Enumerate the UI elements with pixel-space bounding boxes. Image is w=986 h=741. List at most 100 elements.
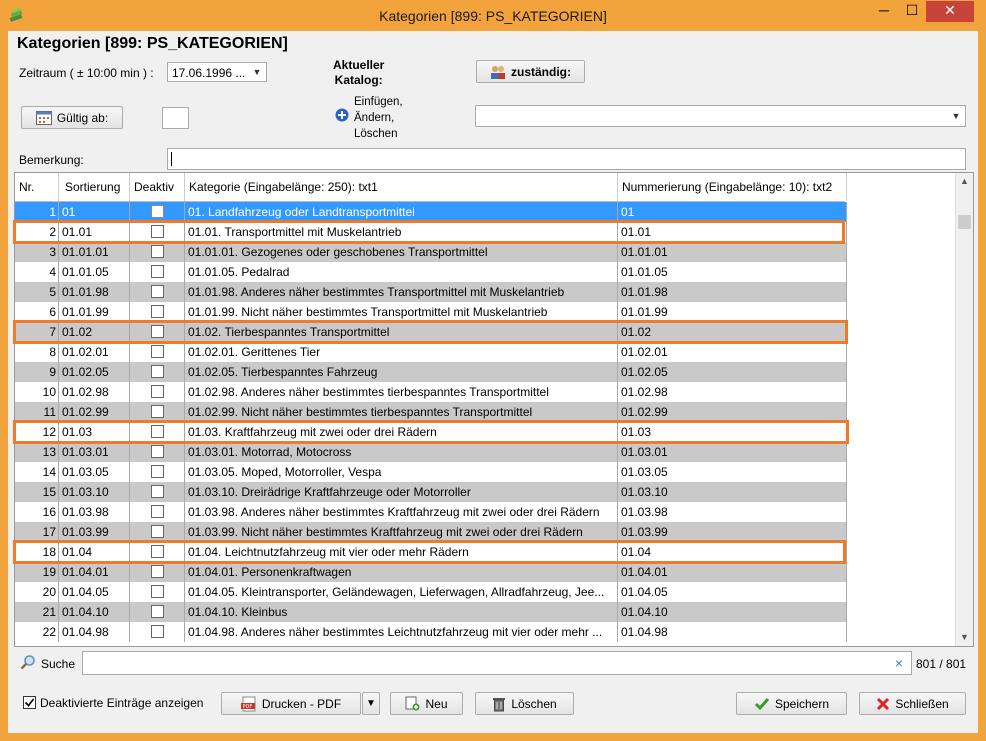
cell-nummerierung[interactable]: 01.01 [618,222,847,242]
deaktiv-checkbox[interactable] [151,505,164,518]
table-row[interactable]: 2 01.01 01.01. Transportmittel mit Muskela… [15,222,847,242]
deaktiv-checkbox[interactable] [151,465,164,478]
close-dialog-button[interactable]: Schließen [859,692,966,715]
table-row[interactable]: 17 01.03.99 01.03.99. Nicht näher bestimmt… [15,522,847,542]
deaktiv-checkbox[interactable] [151,585,164,598]
column-header-deaktiv[interactable]: Deaktiv [130,173,185,201]
cell-nr[interactable]: 8 [15,342,59,362]
cell-nr[interactable]: 7 [15,322,59,342]
cell-sortierung[interactable]: 01.04.98 [59,622,130,642]
cell-nr[interactable]: 2 [15,222,59,242]
cell-kategorie[interactable]: 01.03.01. Motorrad, Motocross [185,442,618,462]
cell-kategorie[interactable]: 01.04.05. Kleintransporter, Geländewagen… [185,582,618,602]
cell-kategorie[interactable]: 01.01.99. Nicht näher bestimmtes Transpo… [185,302,618,322]
table-row[interactable]: 7 01.02 01.02. Tierbespanntes Transportmit… [15,322,847,342]
cell-nr[interactable]: 20 [15,582,59,602]
table-row[interactable]: 18 01.04 01.04. Leichtnutzfahrzeug mit vie… [15,542,847,562]
cell-sortierung[interactable]: 01.02 [59,322,130,342]
katalog-select[interactable]: ▼ [475,105,966,127]
minimize-button[interactable]: ─ [870,1,898,22]
cell-nummerierung[interactable]: 01.02.01 [618,342,847,362]
deaktiv-checkbox[interactable] [151,225,164,238]
deaktiv-checkbox[interactable] [151,425,164,438]
cell-nummerierung[interactable]: 01.02 [618,322,847,342]
cell-kategorie[interactable]: 01.02.05. Tierbespanntes Fahrzeug [185,362,618,382]
deaktiv-checkbox[interactable] [151,485,164,498]
cell-kategorie[interactable]: 01.04.98. Anderes näher bestimmtes Leich… [185,622,618,642]
cell-sortierung[interactable]: 01.01.99 [59,302,130,322]
cell-nummerierung[interactable]: 01.01.99 [618,302,847,322]
deaktiv-checkbox[interactable] [151,525,164,538]
save-button[interactable]: Speichern [736,692,847,715]
table-row[interactable]: 4 01.01.05 01.01.05. Pedalrad 01.01.05 [15,262,847,282]
gueltig-ab-field[interactable] [162,107,189,129]
cell-kategorie[interactable]: 01.02. Tierbespanntes Transportmittel [185,322,618,342]
cell-deaktiv[interactable] [130,442,185,462]
cell-nr[interactable]: 16 [15,502,59,522]
cell-nummerierung[interactable]: 01.04.98 [618,622,847,642]
table-row[interactable]: 8 01.02.01 01.02.01. Gerittenes Tier 01.02.… [15,342,847,362]
cell-sortierung[interactable]: 01.04 [59,542,130,562]
search-input[interactable]: × [82,651,912,675]
table-row[interactable]: 15 01.03.10 01.03.10. Dreirädrige Kraftfah… [15,482,847,502]
cell-nr[interactable]: 5 [15,282,59,302]
table-row[interactable]: 5 01.01.98 01.01.98. Anderes näher bestimm… [15,282,847,302]
cell-deaktiv[interactable] [130,602,185,622]
cell-sortierung[interactable]: 01.02.05 [59,362,130,382]
category-table[interactable]: Nr. Sortierung Deaktiv Kategorie (Eingab… [14,172,974,647]
scrollbar-thumb[interactable] [958,215,971,229]
einfuegen-aendern-loeschen-link[interactable]: Einfügen, Ändern, Löschen [354,94,403,142]
cell-kategorie[interactable]: 01.04. Leichtnutzfahrzeug mit vier oder … [185,542,618,562]
cell-deaktiv[interactable] [130,282,185,302]
cell-kategorie[interactable]: 01.03. Kraftfahrzeug mit zwei oder drei … [185,422,618,442]
new-button[interactable]: Neu [390,692,463,715]
cell-kategorie[interactable]: 01.01.98. Anderes näher bestimmtes Trans… [185,282,618,302]
cell-nr[interactable]: 13 [15,442,59,462]
deaktiv-checkbox[interactable] [151,285,164,298]
cell-nummerierung[interactable]: 01.02.99 [618,402,847,422]
cell-nr[interactable]: 15 [15,482,59,502]
table-row[interactable]: 19 01.04.01 01.04.01. Personenkraftwagen 01… [15,562,847,582]
cell-deaktiv[interactable] [130,222,185,242]
zeitraum-select[interactable]: 17.06.1996 ... ▼ [167,62,267,82]
column-header-nr[interactable]: Nr. [15,173,59,201]
cell-nr[interactable]: 4 [15,262,59,282]
deaktiv-checkbox[interactable] [151,385,164,398]
deaktiv-checkbox[interactable] [151,625,164,638]
cell-deaktiv[interactable] [130,422,185,442]
deaktiv-checkbox[interactable] [151,565,164,578]
cell-nr[interactable]: 9 [15,362,59,382]
cell-sortierung[interactable]: 01.03.10 [59,482,130,502]
cell-nummerierung[interactable]: 01.01.05 [618,262,847,282]
cell-sortierung[interactable]: 01.03.99 [59,522,130,542]
cell-kategorie[interactable]: 01.01.05. Pedalrad [185,262,618,282]
column-header-nummerierung[interactable]: Nummerierung (Eingabelänge: 10): txt2 [618,173,847,201]
cell-sortierung[interactable]: 01.01.01 [59,242,130,262]
column-header-sortierung[interactable]: Sortierung [59,173,130,201]
cell-nr[interactable]: 22 [15,622,59,642]
table-row[interactable]: 21 01.04.10 01.04.10. Kleinbus 01.04.10 [15,602,847,622]
table-row[interactable]: 22 01.04.98 01.04.98. Anderes näher bestim… [15,622,847,642]
cell-kategorie[interactable]: 01.04.01. Personenkraftwagen [185,562,618,582]
cell-sortierung[interactable]: 01.04.05 [59,582,130,602]
cell-deaktiv[interactable] [130,202,185,222]
cell-sortierung[interactable]: 01.02.99 [59,402,130,422]
cell-sortierung[interactable]: 01.01 [59,222,130,242]
bemerkung-field[interactable] [167,148,966,170]
deaktiv-checkbox[interactable] [151,245,164,258]
deaktiv-checkbox[interactable] [151,265,164,278]
cell-kategorie[interactable]: 01.02.01. Gerittenes Tier [185,342,618,362]
column-header-kategorie[interactable]: Kategorie (Eingabelänge: 250): txt1 [185,173,618,201]
cell-nummerierung[interactable]: 01 [618,202,847,222]
print-pdf-button[interactable]: PDF Drucken - PDF [221,692,361,715]
cell-nr[interactable]: 3 [15,242,59,262]
table-row[interactable]: 14 01.03.05 01.03.05. Moped, Motorroller, … [15,462,847,482]
cell-nr[interactable]: 1 [15,202,59,222]
cell-kategorie[interactable]: 01. Landfahrzeug oder Landtransportmitte… [185,202,618,222]
cell-deaktiv[interactable] [130,302,185,322]
table-row[interactable]: 20 01.04.05 01.04.05. Kleintransporter, Ge… [15,582,847,602]
cell-sortierung[interactable]: 01.03.98 [59,502,130,522]
cell-nummerierung[interactable]: 01.03.01 [618,442,847,462]
table-row[interactable]: 12 01.03 01.03. Kraftfahrzeug mit zwei ode… [15,422,847,442]
table-row[interactable]: 6 01.01.99 01.01.99. Nicht näher bestimmte… [15,302,847,322]
